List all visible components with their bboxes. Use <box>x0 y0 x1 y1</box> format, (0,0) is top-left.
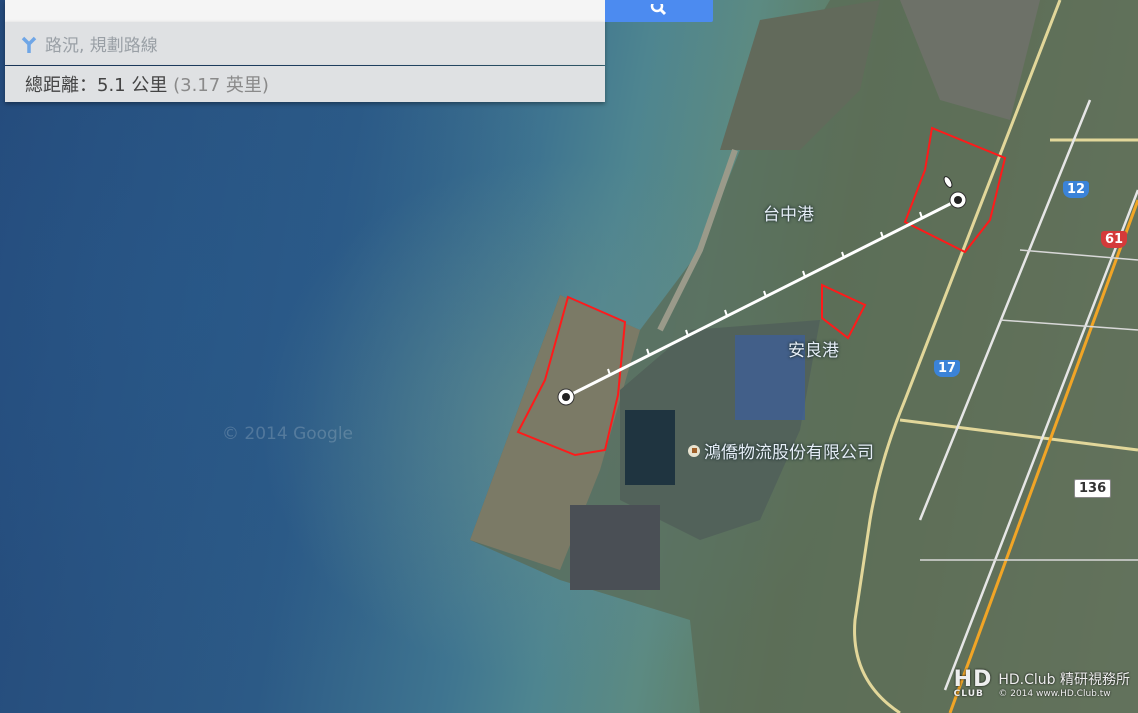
directions-icon <box>21 36 37 53</box>
hdclub-watermark: HD CLUB HD.Club 精研視務所 © 2014 www.HD.Club.… <box>953 666 1130 699</box>
road-shield-61: 61 <box>1101 231 1128 248</box>
road-shield-136: 136 <box>1074 479 1112 498</box>
distance-panel: 總距離： 5.1 公里 (3.17 英里) <box>5 66 605 102</box>
road-shield-17: 17 <box>934 360 961 377</box>
distance-prefix: 總距離： <box>25 75 97 96</box>
directions-label: 路況, 規劃路線 <box>45 36 158 56</box>
distance-miles: (3.17 英里) <box>173 75 269 96</box>
search-icon <box>650 4 667 16</box>
watermark-brand: HD.Club 精研視務所 <box>998 672 1130 688</box>
poi-logistics[interactable]: 鴻僑物流股份有限公司 <box>688 438 874 463</box>
label-taichung-port[interactable]: 台中港 <box>763 200 814 225</box>
map-features <box>470 0 1138 713</box>
label-anliang-port[interactable]: 安良港 <box>788 336 839 361</box>
watermark-copyright: © 2014 www.HD.Club.tw <box>998 689 1111 699</box>
road-shield-12: 12 <box>1063 181 1090 198</box>
poi-marker-icon <box>688 444 700 457</box>
google-watermark: © 2014 Google <box>222 424 354 444</box>
search-input[interactable] <box>5 0 605 22</box>
search-button[interactable] <box>605 0 713 22</box>
hdclub-logo: HD CLUB <box>953 666 993 699</box>
distance-km: 5.1 公里 <box>97 75 168 96</box>
poi-label: 鴻僑物流股份有限公司 <box>704 443 874 463</box>
directions-link[interactable]: 路況, 規劃路線 <box>5 22 605 65</box>
satellite-map[interactable]: © 2014 Google 台中港 安良港 鴻僑物流股份有限公司 12 61 1… <box>0 0 1138 713</box>
